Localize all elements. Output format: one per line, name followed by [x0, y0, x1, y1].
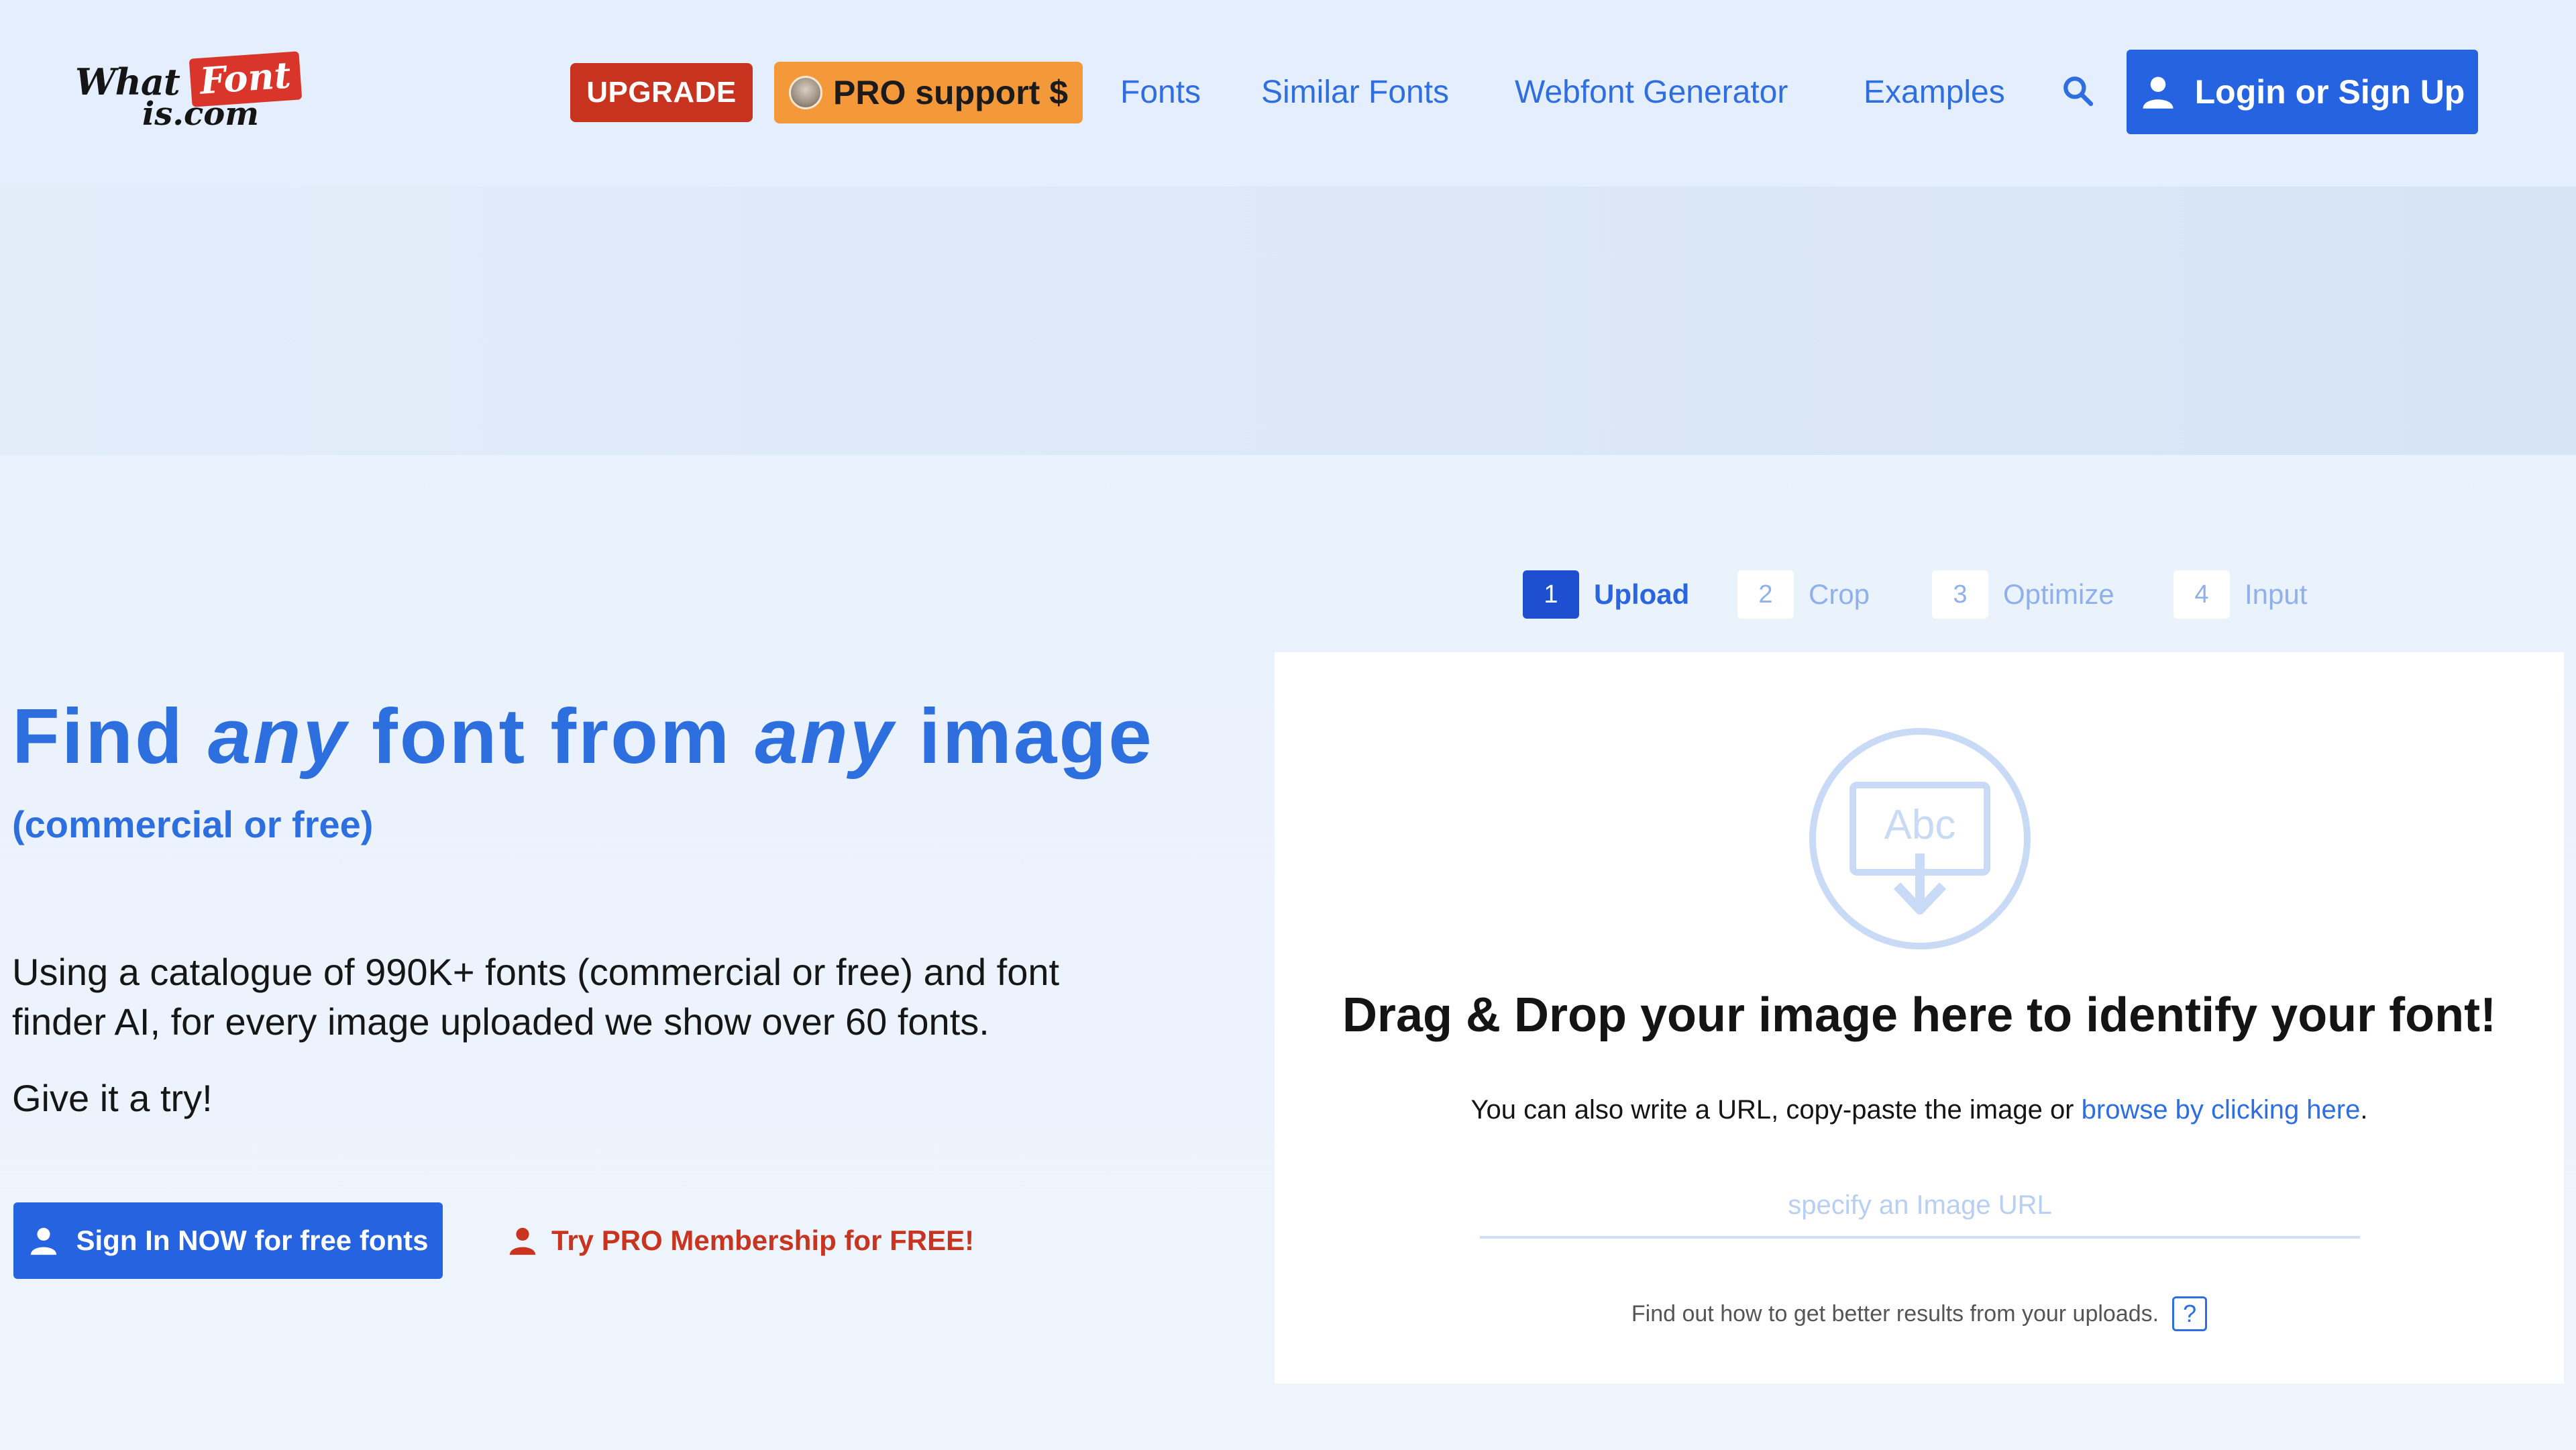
step-number: 3 [1932, 570, 1988, 619]
hint-suffix: . [2360, 1095, 2368, 1125]
try-pro-label: Try PRO Membership for FREE! [551, 1225, 975, 1256]
login-signup-button[interactable]: Login or Sign Up [2127, 50, 2478, 134]
user-icon [509, 1227, 536, 1255]
dropzone-title: Drag & Drop your image here to identify … [1342, 988, 2497, 1042]
title-word-image: image [918, 692, 1154, 780]
hero-try-text: Give it a try! [12, 1077, 213, 1119]
signin-free-fonts-button[interactable]: Sign In NOW for free fonts [13, 1202, 443, 1279]
user-icon [30, 1227, 56, 1255]
step-label: Input [2245, 578, 2308, 610]
step-number: 4 [2174, 570, 2230, 619]
nav-examples[interactable]: Examples [1864, 68, 2005, 115]
step-number: 1 [1523, 570, 1579, 619]
try-pro-link[interactable]: Try PRO Membership for FREE! [507, 1219, 974, 1263]
step-number: 2 [1737, 570, 1794, 619]
hero-description: Using a catalogue of 990K+ fonts (commer… [12, 951, 1060, 1043]
step-label: Optimize [2003, 578, 2114, 610]
upload-icon-text: Abc [1884, 802, 1956, 848]
support-avatar [788, 76, 822, 109]
signin-label: Sign In NOW for free fonts [76, 1225, 429, 1256]
step-optimize[interactable]: 3 Optimize [1932, 570, 2114, 619]
upload-dropzone[interactable]: Abc Drag & Drop your image here to ident… [1275, 652, 2564, 1384]
browse-link[interactable]: browse by clicking here [2082, 1095, 2361, 1125]
page-subtitle: (commercial or free) [12, 803, 374, 845]
ad-banner-area [0, 187, 2576, 455]
title-word-any-2: any [755, 692, 896, 780]
pro-support-label: PRO support $ [833, 74, 1069, 111]
search-icon[interactable] [2061, 74, 2094, 107]
step-label: Crop [1809, 578, 1870, 610]
login-label: Login or Sign Up [2194, 73, 2465, 111]
step-upload[interactable]: 1 Upload [1523, 570, 1689, 619]
help-icon[interactable]: ? [2172, 1296, 2208, 1331]
nav-fonts[interactable]: Fonts [1120, 68, 1201, 115]
step-input[interactable]: 4 Input [2174, 570, 2307, 619]
site-logo[interactable]: What Font is.com [75, 51, 302, 136]
step-crop[interactable]: 2 Crop [1737, 570, 1870, 619]
nav-similar-fonts[interactable]: Similar Fonts [1261, 68, 1449, 115]
pro-support-button[interactable]: PRO support $ [774, 62, 1083, 123]
title-word-any: any [208, 692, 348, 780]
logo-iscom: is.com [142, 95, 259, 133]
step-label: Upload [1594, 578, 1690, 610]
tip-text: Find out how to get better results from … [1631, 1300, 2159, 1327]
hint-prefix: You can also write a URL, copy-paste the… [1470, 1095, 2082, 1125]
title-word-font-from: font from [372, 692, 732, 780]
page-title: Find any font from any image [12, 691, 1154, 781]
upgrade-button[interactable]: UPGRADE [570, 63, 753, 122]
upload-image-icon: Abc [1809, 728, 2031, 949]
site-header: What Font is.com UPGRADE PRO support $ F… [0, 0, 2576, 187]
image-url-input[interactable] [1480, 1174, 2360, 1239]
nav-webfont-generator[interactable]: Webfont Generator [1515, 68, 1788, 115]
dropzone-hint: You can also write a URL, copy-paste the… [1275, 1095, 2564, 1125]
user-icon [2143, 76, 2174, 109]
upload-tip: Find out how to get better results from … [1275, 1296, 2564, 1331]
title-word-find: Find [12, 692, 184, 780]
